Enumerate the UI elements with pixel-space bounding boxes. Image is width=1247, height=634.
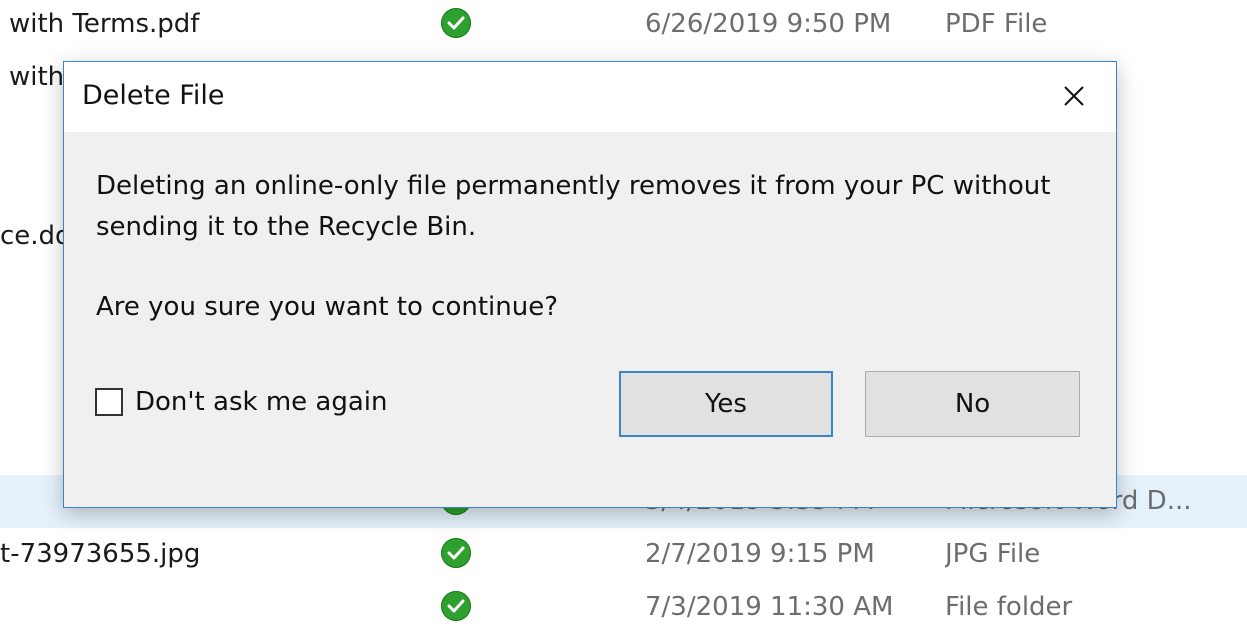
file-name: t-73973655.jpg bbox=[0, 539, 201, 569]
green-check-circle-icon bbox=[441, 8, 471, 38]
no-button[interactable]: No bbox=[865, 371, 1080, 437]
file-name bbox=[0, 581, 430, 634]
dialog-title: Delete File bbox=[82, 80, 225, 111]
sync-status bbox=[441, 0, 473, 51]
file-type: JPG File bbox=[945, 539, 1041, 569]
date-modified: 7/3/2019 11:30 AM bbox=[645, 592, 894, 622]
dialog-question: Are you sure you want to continue? bbox=[96, 292, 558, 322]
date-modified: 2/7/2019 9:15 PM bbox=[645, 539, 875, 569]
dialog-titlebar: Delete File bbox=[64, 62, 1116, 132]
green-check-circle-icon bbox=[441, 538, 471, 568]
sync-status bbox=[441, 528, 473, 581]
file-name: with Terms.pdf bbox=[9, 9, 200, 39]
file-type: File folder bbox=[945, 592, 1073, 622]
dont-ask-again-label[interactable]: Don't ask me again bbox=[135, 387, 387, 417]
delete-file-dialog: Delete File Deleting an online-only file… bbox=[63, 61, 1117, 508]
date-modified: 6/26/2019 9:50 PM bbox=[645, 9, 892, 39]
file-row[interactable]: with Terms.pdf 6/26/2019 9:50 PM PDF File bbox=[0, 0, 1247, 51]
green-check-circle-icon bbox=[441, 591, 471, 621]
close-icon bbox=[1064, 86, 1084, 106]
yes-button[interactable]: Yes bbox=[619, 371, 833, 437]
dialog-message: Deleting an online-only file permanently… bbox=[96, 171, 1051, 242]
file-row[interactable]: 7/3/2019 11:30 AM File folder bbox=[0, 581, 1247, 634]
sync-status bbox=[441, 581, 473, 634]
close-button[interactable] bbox=[1054, 76, 1094, 116]
dont-ask-again-checkbox[interactable] bbox=[95, 388, 123, 416]
dont-ask-again-option[interactable]: Don't ask me again bbox=[95, 387, 387, 417]
file-row[interactable]: t-73973655.jpg 2/7/2019 9:15 PM JPG File bbox=[0, 528, 1247, 581]
file-type: PDF File bbox=[945, 9, 1048, 39]
